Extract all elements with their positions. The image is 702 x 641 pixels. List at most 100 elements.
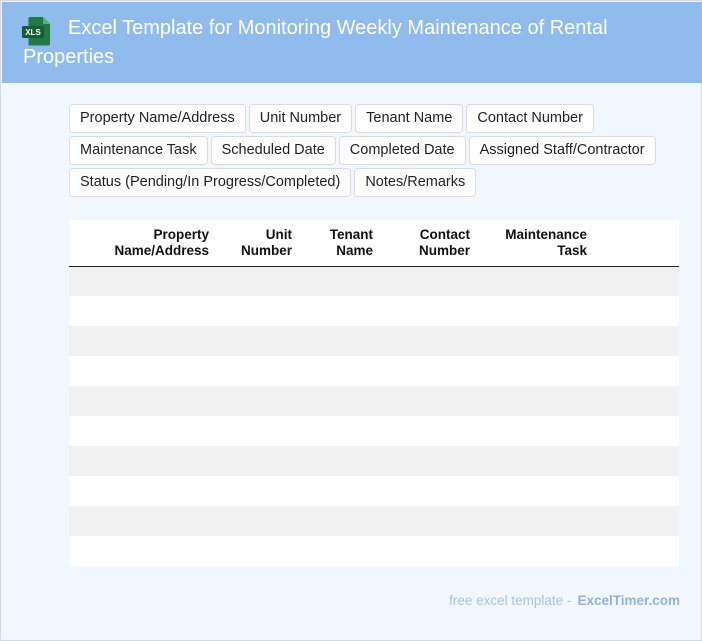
column-header-line: Date [599,243,679,259]
column-header-line: Number [418,242,470,258]
table-cell[interactable] [69,416,217,446]
column-header[interactable]: Unit Number [217,220,300,267]
table-cell[interactable] [69,386,217,416]
table-cell[interactable] [300,446,381,476]
field-chip: Status (Pending/In Progress/Completed) [69,168,352,197]
table-cell[interactable] [595,506,679,536]
table-row [69,386,679,416]
footer-brand-link[interactable]: ExcelTimer.com [577,593,680,608]
table-header-row: Property Name/Address Unit Number Tenant Name… [69,220,679,267]
table-row [69,356,679,386]
table-row [69,416,679,446]
table-cell[interactable] [595,416,679,446]
field-chip: Unit Number [248,104,353,133]
table-cell[interactable] [69,506,217,536]
table-cell[interactable] [217,416,300,446]
column-header-line: Maintenance [505,226,587,242]
table-cell[interactable] [217,386,300,416]
footer-credit: free excel template - ExcelTimer.com [449,593,680,608]
table-cell[interactable] [217,326,300,356]
column-header-line: Tenant [329,226,373,242]
field-chip: Completed Date [338,136,466,165]
column-header[interactable]: Maintenance Task [478,220,595,267]
data-table-container[interactable]: Property Name/Address Unit Number Tenant Name… [69,220,679,567]
page-title: Excel Template for Monitoring Weekly Mai… [23,17,608,68]
table-cell[interactable] [300,506,381,536]
table-cell[interactable] [217,476,300,506]
column-header-line: Name [336,242,373,258]
table-cell[interactable] [69,296,217,326]
table-cell[interactable] [478,506,595,536]
table-cell[interactable] [381,356,478,386]
field-chip: Property Name/Address [69,104,246,133]
table-cell[interactable] [595,356,679,386]
column-header-line: Scheduled [599,227,679,243]
table-row [69,296,679,326]
table-cell[interactable] [381,446,478,476]
field-chip: Contact Number [466,104,594,133]
table-cell[interactable] [478,356,595,386]
table-cell[interactable] [217,266,300,296]
table-cell[interactable] [381,266,478,296]
table-cell[interactable] [595,476,679,506]
table-cell[interactable] [69,266,217,296]
table-cell[interactable] [69,356,217,386]
table-cell[interactable] [69,536,217,566]
field-chip: Notes/Remarks [354,168,477,197]
table-cell[interactable] [300,476,381,506]
table-cell[interactable] [300,386,381,416]
table-cell[interactable] [478,536,595,566]
table-cell[interactable] [478,416,595,446]
table-cell[interactable] [381,536,478,566]
table-cell[interactable] [300,266,381,296]
table-cell[interactable] [300,296,381,326]
table-cell[interactable] [595,536,679,566]
table-cell[interactable] [217,296,300,326]
table-cell[interactable] [478,386,595,416]
table-cell[interactable] [381,326,478,356]
field-chip: Maintenance Task [69,136,208,165]
column-header[interactable]: Tenant Name [300,220,381,267]
table-cell[interactable] [478,266,595,296]
column-header-line: Unit [265,226,292,242]
table-cell[interactable] [300,326,381,356]
table-cell[interactable] [217,506,300,536]
table-cell[interactable] [595,446,679,476]
table-cell[interactable] [69,476,217,506]
column-header-line: Name/Address [114,242,209,258]
page-frame: XLS Excel Template for Monitoring Weekly… [0,0,702,641]
table-cell[interactable] [217,536,300,566]
table-cell[interactable] [381,476,478,506]
table-cell[interactable] [595,386,679,416]
table-cell[interactable] [300,536,381,566]
table-cell[interactable] [478,326,595,356]
table-cell[interactable] [381,416,478,446]
table-cell[interactable] [300,416,381,446]
field-chip: Tenant Name [355,104,464,133]
table-cell[interactable] [381,386,478,416]
field-chip: Scheduled Date [210,136,336,165]
column-header[interactable]: Contact Number [381,220,478,267]
table-cell[interactable] [381,296,478,326]
table-cell[interactable] [478,476,595,506]
table-row [69,326,679,356]
field-chip: Assigned Staff/Contractor [468,136,656,165]
table-cell[interactable] [478,446,595,476]
table-row [69,476,679,506]
footer-prefix: free excel template - [449,593,572,608]
table-cell[interactable] [300,356,381,386]
column-header[interactable]: ScheduledDate [595,220,679,267]
column-header-line: Property [153,226,209,242]
table-cell[interactable] [381,506,478,536]
table-row [69,266,679,296]
table-cell[interactable] [69,446,217,476]
column-header[interactable]: Property Name/Address [69,220,217,267]
table-cell[interactable] [595,296,679,326]
table-cell[interactable] [69,326,217,356]
table-cell[interactable] [478,296,595,326]
table-cell[interactable] [595,326,679,356]
table-body [69,266,679,566]
table-cell[interactable] [217,356,300,386]
table-cell[interactable] [595,266,679,296]
table-cell[interactable] [217,446,300,476]
